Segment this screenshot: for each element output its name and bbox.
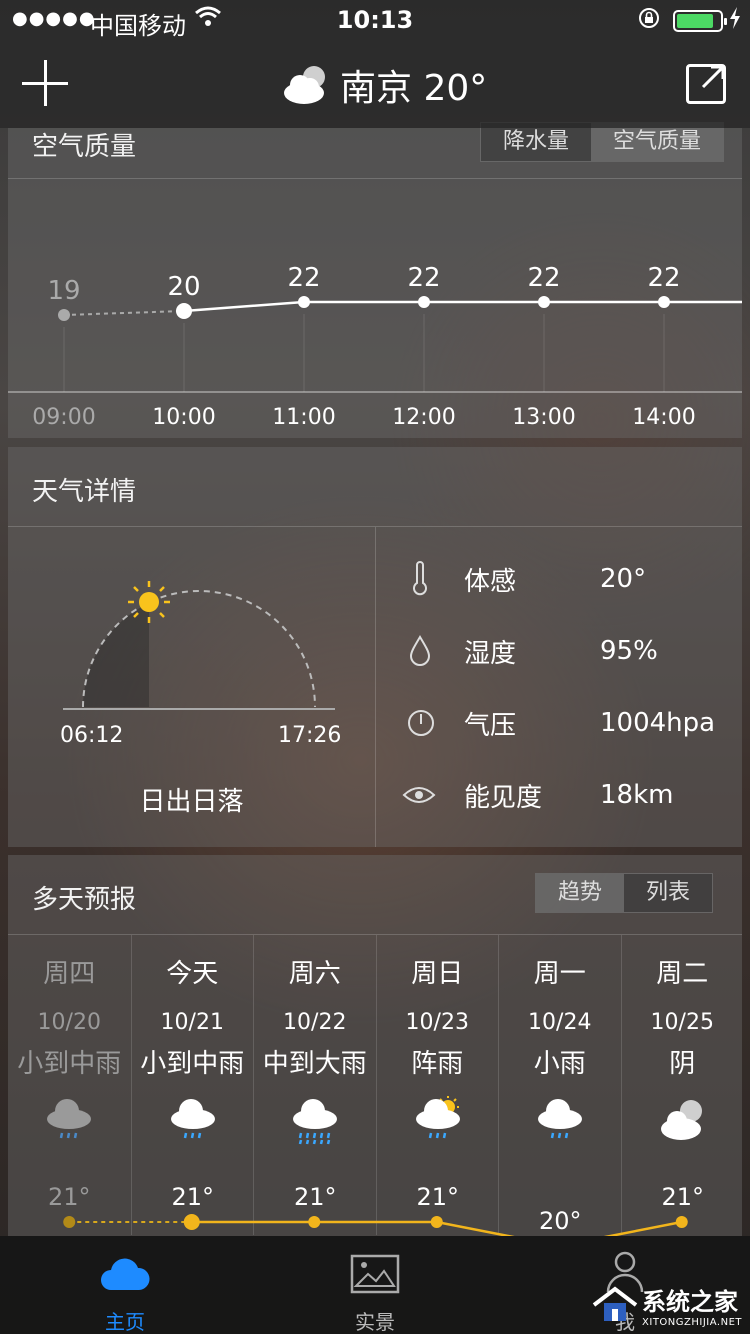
forecast-trend-chart bbox=[63, 1214, 688, 1236]
feels-like-value: 20° bbox=[600, 564, 647, 594]
cloud-rain-icon bbox=[532, 1095, 588, 1147]
hourly-time-label: 13:00 bbox=[512, 405, 575, 430]
weather-details-title: 天气详情 bbox=[32, 477, 137, 507]
forecast-trend-point bbox=[430, 1216, 443, 1228]
forecast-date: 10/20 bbox=[37, 1010, 101, 1035]
top-bar: ●●●●● 中国移动 10:13 南京 20° bbox=[0, 0, 750, 128]
forecast-date: 10/24 bbox=[528, 1010, 592, 1035]
hourly-time-label: 10:00 bbox=[152, 405, 215, 430]
watermark-name: 系统之家 bbox=[642, 1288, 739, 1316]
hourly-time-label: 14:00 bbox=[632, 405, 695, 430]
forecast-day-name: 周一 bbox=[533, 959, 586, 989]
watermark-url: XITONGZHIJIA.NET bbox=[642, 1317, 742, 1328]
sunrise-time: 06:12 bbox=[60, 723, 124, 748]
hourly-temp-label: 22 bbox=[287, 263, 320, 293]
cloud-home-icon bbox=[101, 1258, 150, 1290]
forecast-date: 10/25 bbox=[650, 1010, 714, 1035]
hourly-temp-label: 20 bbox=[167, 272, 200, 302]
tab-home-label: 主页 bbox=[105, 1310, 145, 1334]
forecast-trend-point bbox=[308, 1216, 321, 1228]
hourly-point bbox=[58, 309, 70, 321]
cloud-rain-icon bbox=[165, 1095, 221, 1147]
status-bar: ●●●●● 中国移动 10:13 bbox=[0, 0, 750, 40]
hourly-temp-label: 22 bbox=[407, 263, 440, 293]
pressure-label: 气压 bbox=[464, 710, 517, 741]
house-logo-icon bbox=[592, 1286, 638, 1321]
hourly-time-label: 12:00 bbox=[392, 405, 455, 430]
hourly-temp-label: 22 bbox=[527, 263, 560, 293]
picture-icon bbox=[350, 1254, 400, 1294]
visibility-label: 能见度 bbox=[464, 782, 543, 813]
rotation-lock-icon bbox=[637, 6, 661, 36]
forecast-title: 多天预报 bbox=[32, 885, 137, 915]
forecast-day-name: 周四 bbox=[43, 959, 96, 989]
hourly-point bbox=[658, 296, 670, 308]
cloudy-icon bbox=[655, 1095, 711, 1147]
forecast-condition: 阵雨 bbox=[411, 1049, 464, 1079]
city-title[interactable]: 南京 20° bbox=[280, 60, 487, 110]
forecast-trend-point bbox=[675, 1216, 688, 1228]
humidity-value: 95% bbox=[600, 636, 658, 666]
battery-icon bbox=[673, 10, 727, 32]
forecast-day-name: 周六 bbox=[288, 959, 341, 989]
forecast-day-name: 周日 bbox=[411, 959, 464, 989]
tab-live-view-label: 实景 bbox=[355, 1310, 395, 1334]
tab-home[interactable]: 主页 bbox=[0, 1236, 250, 1334]
forecast-date: 10/23 bbox=[405, 1010, 469, 1035]
pressure-value: 1004hpa bbox=[600, 708, 716, 738]
eye-icon bbox=[402, 787, 436, 803]
forecast-condition: 中到大雨 bbox=[262, 1049, 367, 1079]
cloud-rain-dark-icon bbox=[41, 1095, 97, 1147]
forecast-condition: 小雨 bbox=[533, 1049, 586, 1079]
visibility-value: 18km bbox=[600, 780, 674, 810]
hourly-point bbox=[418, 296, 430, 308]
forecast-day-name: 周二 bbox=[656, 959, 709, 989]
hourly-point bbox=[538, 296, 550, 308]
sun-cloud-rain-icon bbox=[410, 1095, 466, 1147]
humidity-label: 湿度 bbox=[464, 638, 517, 669]
tab-live-view[interactable]: 实景 bbox=[250, 1236, 500, 1334]
add-city-button[interactable] bbox=[22, 60, 68, 106]
divider bbox=[375, 527, 376, 847]
sun-icon bbox=[128, 581, 170, 623]
gauge-icon bbox=[408, 710, 434, 736]
hourly-point bbox=[176, 303, 192, 319]
tab-list[interactable]: 列表 bbox=[624, 874, 712, 912]
forecast-day-name: 今天 bbox=[166, 959, 219, 989]
sunset-time: 17:26 bbox=[278, 723, 342, 748]
water-drop-icon bbox=[409, 635, 431, 666]
hourly-temp-label: 19 bbox=[47, 276, 80, 306]
site-watermark: 系统之家 XITONGZHIJIA.NET bbox=[592, 1282, 742, 1328]
forecast-date: 10/21 bbox=[160, 1010, 224, 1035]
sunrise-sunset-label: 日出日落 bbox=[139, 787, 244, 817]
weather-details-panel: 天气详情 06:12 17:26 日出日落 体感 20° 湿度 95% 气压 1… bbox=[8, 447, 742, 847]
city-temp-title: 南京 20° bbox=[340, 68, 488, 109]
feels-like-label: 体感 bbox=[464, 566, 517, 597]
share-button[interactable] bbox=[686, 64, 726, 104]
hourly-point bbox=[298, 296, 310, 308]
cloudy-icon bbox=[284, 66, 325, 104]
hourly-temperature-chart: 19 09:00 20 10:00 22 11:00 22 12:00 22 13:00 22 14:… bbox=[8, 263, 742, 430]
hourly-panel: 空气质量 降水量 空气质量 19 09:00 20 10:00 22 11:00 22 12:… bbox=[8, 122, 742, 438]
cloud-heavy-rain-icon bbox=[287, 1095, 343, 1147]
charging-icon bbox=[728, 6, 742, 36]
forecast-condition: 小到中雨 bbox=[140, 1049, 245, 1079]
forecast-condition: 阴 bbox=[669, 1049, 696, 1079]
forecast-trend-point bbox=[183, 1214, 200, 1230]
forecast-view-toggle: 趋势 列表 bbox=[535, 873, 714, 913]
sun-arc-graphic bbox=[63, 590, 335, 710]
forecast-date: 10/22 bbox=[283, 1010, 347, 1035]
tab-trend[interactable]: 趋势 bbox=[536, 874, 625, 912]
header: 南京 20° bbox=[0, 40, 750, 128]
hourly-time-label: 09:00 bbox=[32, 405, 95, 430]
hourly-time-label: 11:00 bbox=[272, 405, 335, 430]
thermometer-icon bbox=[413, 561, 427, 596]
hourly-past-line bbox=[63, 310, 185, 316]
forecast-condition: 小到中雨 bbox=[17, 1049, 122, 1079]
forecast-trend-point bbox=[63, 1216, 76, 1228]
hourly-temp-label: 22 bbox=[647, 263, 680, 293]
